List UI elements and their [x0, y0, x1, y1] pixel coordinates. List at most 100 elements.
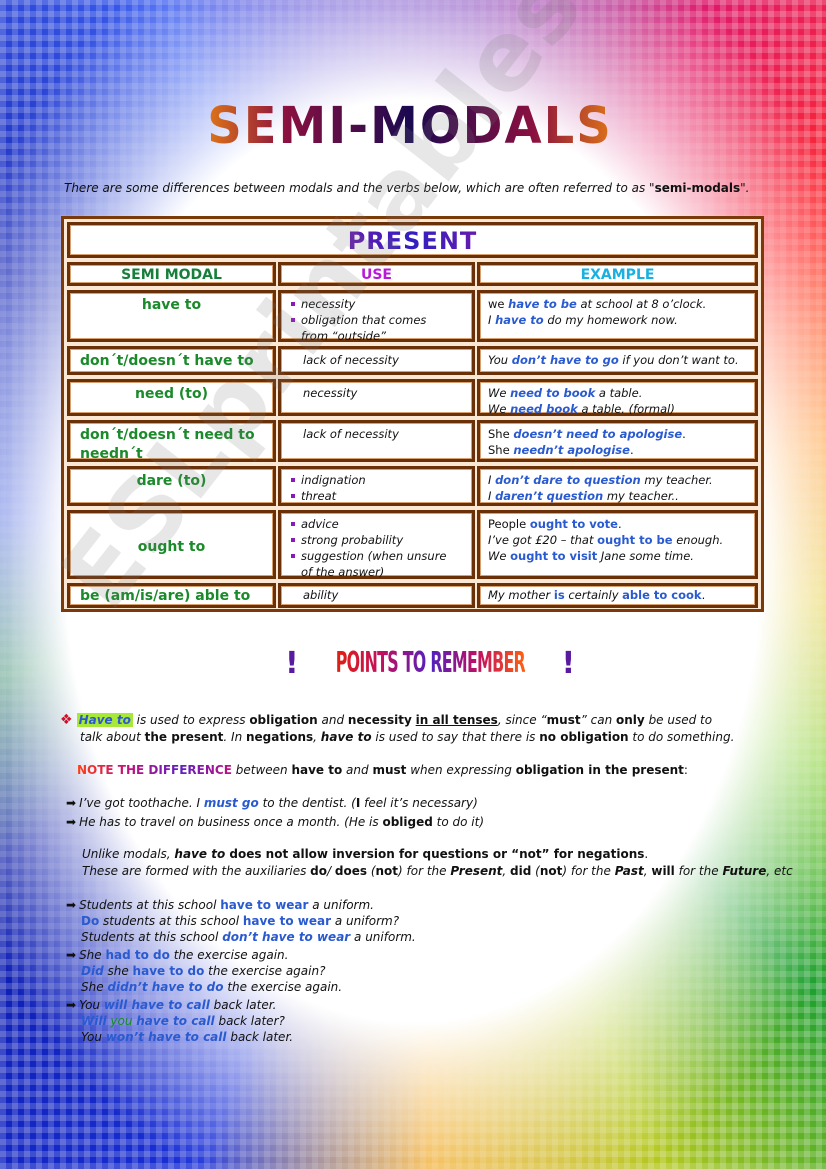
- text-span: ) for the: [398, 864, 451, 878]
- section-title-present: PRESENT: [70, 227, 755, 255]
- example-line: I’ve got £20 – that ought to be enough.: [488, 532, 747, 548]
- intro-text: There are some differences between modal…: [64, 181, 750, 195]
- text-span: have to: [495, 313, 544, 327]
- text-span: feel it’s necessary): [360, 796, 478, 810]
- text-span: my teacher.: [640, 473, 713, 487]
- text-span: back later?: [214, 1014, 285, 1028]
- use-item: obligation that comes: [291, 312, 472, 328]
- text-span: Jane some time.: [597, 549, 694, 563]
- table-row-modal: don´t/doesn´t need to needn´t: [67, 420, 276, 462]
- example-line: You don’t have to go if you don’t want t…: [488, 352, 747, 368]
- text-span: ,: [502, 864, 511, 878]
- text-span: a uniform?: [331, 914, 400, 928]
- text-span: have to: [174, 847, 226, 861]
- text-span: not: [539, 864, 563, 878]
- text-span: advice strong probability suggestion (wh…: [281, 513, 472, 580]
- text-span: will have to call: [103, 998, 210, 1012]
- use-item-continuation: of the answer): [301, 565, 385, 579]
- text-span: don’t dare to question: [495, 473, 641, 487]
- text-span: These are formed with the auxiliaries: [82, 864, 311, 878]
- note-difference-label: NOTE THE DIFFERENCE: [77, 763, 232, 777]
- text-span: Unlike modals,: [82, 847, 175, 861]
- text-span: negations: [246, 730, 314, 744]
- text-span: does not allow inversion for questions o…: [225, 847, 645, 861]
- example-sentence: ➡ Students at this school have to wear a …: [66, 897, 416, 913]
- unlike-modals-note: Unlike modals, have to does not allow in…: [82, 846, 793, 880]
- text-span: need to book: [510, 386, 596, 400]
- text-span: lack of necessity: [281, 423, 472, 442]
- rule-line-1: ❖ Have to is used to express obligation a…: [60, 712, 734, 729]
- use-item: threat: [291, 488, 472, 504]
- example-sentence: Did she have to do the exercise again?: [66, 963, 416, 979]
- text-span: won’t have to call: [105, 1030, 227, 1044]
- text-span: daren’t question: [495, 489, 604, 503]
- text-span: have to call: [136, 1014, 215, 1028]
- text-span: have to be: [508, 297, 577, 311]
- text-span: to the dentist. (: [258, 796, 356, 810]
- table-row-use: lack of necessity: [278, 420, 475, 462]
- table-row-modal: need (to): [67, 379, 276, 416]
- use-item: indignation: [291, 472, 472, 488]
- text-span: ought to vote: [529, 517, 618, 531]
- example-line: My mother is certainly able to cook.: [488, 587, 747, 603]
- rule-line-2: talk about the present. In negations, ha…: [60, 729, 734, 746]
- example-line: I don’t dare to question my teacher.: [488, 472, 747, 488]
- compare-list: ➡ I’ve got toothache. I must go to the de…: [66, 795, 484, 831]
- text-span: is used to express: [132, 713, 250, 727]
- text-span: had to do: [105, 948, 170, 962]
- text-span: ” can: [580, 713, 617, 727]
- compare-item: ➡ I’ve got toothache. I must go to the de…: [66, 795, 484, 812]
- text-span: obligation: [249, 713, 318, 727]
- table-row-example: My mother is certainly able to cook.: [477, 583, 758, 608]
- example-sentence: You won’t have to call back later.: [66, 1029, 416, 1045]
- examples-list: ➡ Students at this school have to wear a …: [66, 897, 416, 1045]
- text-span: (: [367, 864, 376, 878]
- text-span: Will: [81, 1014, 107, 1028]
- text-span: for the: [674, 864, 723, 878]
- text-span: lack of necessity: [281, 349, 472, 368]
- note-difference-line: NOTE THE DIFFERENCE between have to and …: [77, 762, 688, 779]
- text-span: don’t have to go: [511, 353, 619, 367]
- text-span: Past: [615, 864, 644, 878]
- text-span: We: [488, 549, 511, 563]
- text-span: Students at this school: [79, 898, 221, 912]
- text-span: . In: [223, 730, 246, 744]
- text-span: certainly: [564, 588, 623, 602]
- use-item: ability: [303, 588, 339, 602]
- text-span: needn’t apologise: [513, 443, 630, 457]
- table-row-example: we have to be at school at 8 o’clock. I …: [477, 290, 758, 342]
- page-title: SEMI-MODALS: [190, 97, 630, 156]
- text-span: People: [488, 517, 530, 531]
- text-span: You: [79, 998, 104, 1012]
- table-row-modal: ought to: [67, 510, 276, 579]
- present-header-cell: PRESENT: [67, 222, 758, 258]
- text-span: We: [488, 386, 511, 400]
- col-header-semi-modal: SEMI MODAL: [67, 262, 276, 286]
- text-span: I: [488, 473, 496, 487]
- arrow-right-icon: ➡: [66, 948, 77, 962]
- example-line: I have to do my homework now.: [488, 312, 747, 328]
- example-sentence: Do students at this school have to wear …: [66, 913, 416, 929]
- text-span: have to: [320, 730, 372, 744]
- exclamation-icon: !: [285, 645, 299, 681]
- text-span: no obligation: [539, 730, 629, 744]
- text-span: I’ve got £20 – that: [488, 533, 598, 547]
- table-row-modal: don´t/doesn´t have to: [67, 346, 276, 375]
- use-item-continuation: from “outside”: [301, 329, 386, 343]
- text-span: be used to: [644, 713, 713, 727]
- text-span: to do something.: [628, 730, 735, 744]
- text-span: have to do: [132, 964, 205, 978]
- text-span: necessity: [281, 382, 472, 401]
- text-span: She: [488, 427, 514, 441]
- text-span: to do it): [432, 815, 485, 829]
- text-span: .: [644, 847, 649, 861]
- example-line: People ought to vote.: [488, 516, 747, 532]
- text-span: He has to travel on business once a mont…: [79, 815, 383, 829]
- text-span: a uniform.: [350, 930, 416, 944]
- table-row-use: lack of necessity: [278, 346, 475, 375]
- text-span: if you don’t want to.: [618, 353, 739, 367]
- example-line: We need to book a table.: [488, 385, 747, 401]
- text-span: you: [106, 1014, 137, 1028]
- example-sentence: ➡ She had to do the exercise again.: [66, 947, 416, 963]
- text-span: have to: [174, 847, 225, 861]
